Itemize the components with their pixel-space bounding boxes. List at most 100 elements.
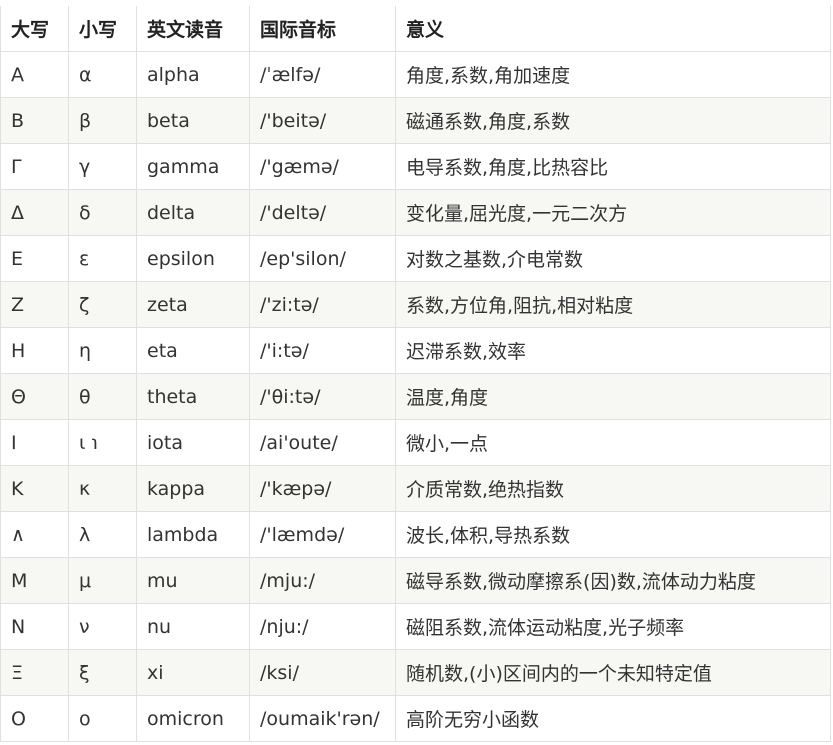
table-row: Ξξ xi/ksi/随机数,(小)区间内的一个未知特定值 (0, 649, 831, 696)
cell-ipa: /ai'oute/ (249, 419, 396, 466)
cell-uppercase: Ν (0, 603, 69, 650)
cell-uppercase: Α (0, 51, 69, 98)
cell-lowercase: θ (68, 373, 137, 420)
cell-lowercase: α (68, 51, 137, 98)
cell-lowercase: β (68, 97, 137, 144)
cell-ipa: /ˈælfə/ (249, 51, 396, 98)
table-row: Ηη eta/'i:tə/迟滞系数,效率 (0, 327, 831, 374)
cell-meaning: 温度,角度 (395, 373, 831, 420)
table-row: Γγ gamma/'gæmə/电导系数,角度,比热容比 (0, 143, 831, 190)
cell-english-pronunciation: zeta (136, 281, 250, 328)
cell-meaning: 微小,一点 (395, 419, 831, 466)
table-body: Αα alpha/ˈælfə/角度,系数,角加速度 Ββ beta/'beitə/磁通… (0, 51, 831, 742)
cell-meaning: 磁通系数,角度,系数 (395, 97, 831, 144)
cell-uppercase: Γ (0, 143, 69, 190)
greek-alphabet-table-container: 大写 小写 英文读音 国际音标 意义 Αα alpha/ˈælfə/角度,系数,角… (0, 6, 833, 745)
header-lowercase: 小写 (68, 6, 137, 52)
cell-english-pronunciation: omicron (136, 695, 250, 742)
table-row: Μμ mu/mju:/磁导系数,微动摩擦系(因)数,流体动力粘度 (0, 557, 831, 604)
table-row: Κκ kappa/'kæpə/介质常数,绝热指数 (0, 465, 831, 512)
table-row: Οο omicron/oumaik'rən/高阶无穷小函数 (0, 695, 831, 742)
cell-ipa: /oumaik'rən/ (249, 695, 396, 742)
header-meaning: 意义 (395, 6, 831, 52)
cell-ipa: /'θi:tə/ (249, 373, 396, 420)
cell-uppercase: ∧ (0, 511, 69, 558)
header-uppercase: 大写 (0, 6, 69, 52)
cell-lowercase: ξ (68, 649, 137, 696)
cell-english-pronunciation: delta (136, 189, 250, 236)
cell-uppercase: Μ (0, 557, 69, 604)
cell-english-pronunciation: nu (136, 603, 250, 650)
table-row: ∧ λ lambda/'læmdə/波长,体积,导热系数 (0, 511, 831, 558)
cell-lowercase: ζ (68, 281, 137, 328)
cell-english-pronunciation: lambda (136, 511, 250, 558)
cell-uppercase: Ξ (0, 649, 69, 696)
cell-meaning: 磁导系数,微动摩擦系(因)数,流体动力粘度 (395, 557, 831, 604)
cell-ipa: /ksi/ (249, 649, 396, 696)
cell-uppercase: Β (0, 97, 69, 144)
cell-uppercase: Ο (0, 695, 69, 742)
table-row: Ββ beta/'beitə/磁通系数,角度,系数 (0, 97, 831, 144)
cell-lowercase: η (68, 327, 137, 374)
cell-meaning: 波长,体积,导热系数 (395, 511, 831, 558)
cell-english-pronunciation: beta (136, 97, 250, 144)
cell-meaning: 变化量,屈光度,一元二次方 (395, 189, 831, 236)
cell-ipa: /'deltə/ (249, 189, 396, 236)
cell-lowercase: δ (68, 189, 137, 236)
cell-english-pronunciation: mu (136, 557, 250, 604)
cell-lowercase: κ (68, 465, 137, 512)
table-row: Δδ delta/'deltə/变化量,屈光度,一元二次方 (0, 189, 831, 236)
cell-meaning: 角度,系数,角加速度 (395, 51, 831, 98)
cell-meaning: 随机数,(小)区间内的一个未知特定值 (395, 649, 831, 696)
cell-ipa: /'kæpə/ (249, 465, 396, 512)
cell-lowercase: ε (68, 235, 137, 282)
cell-english-pronunciation: alpha (136, 51, 250, 98)
header-english-pronunciation: 英文读音 (136, 6, 250, 52)
cell-meaning: 电导系数,角度,比热容比 (395, 143, 831, 190)
table-header: 大写 小写 英文读音 国际音标 意义 (0, 6, 831, 52)
table-row: Αα alpha/ˈælfə/角度,系数,角加速度 (0, 51, 831, 98)
cell-english-pronunciation: epsilon (136, 235, 250, 282)
cell-meaning: 高阶无穷小函数 (395, 695, 831, 742)
cell-lowercase: γ (68, 143, 137, 190)
header-ipa: 国际音标 (249, 6, 396, 52)
cell-english-pronunciation: gamma (136, 143, 250, 190)
cell-uppercase: Κ (0, 465, 69, 512)
cell-lowercase: ο (68, 695, 137, 742)
cell-lowercase: λ (68, 511, 137, 558)
header-row: 大写 小写 英文读音 国际音标 意义 (0, 6, 831, 52)
cell-uppercase: Ε (0, 235, 69, 282)
table-row: Νν nu/nju:/磁阻系数,流体运动粘度,光子频率 (0, 603, 831, 650)
cell-ipa: /mju:/ (249, 557, 396, 604)
cell-uppercase: Η (0, 327, 69, 374)
cell-meaning: 介质常数,绝热指数 (395, 465, 831, 512)
cell-ipa: /'i:tə/ (249, 327, 396, 374)
table-row: Εε epsilon/ep'silon/对数之基数,介电常数 (0, 235, 831, 282)
cell-english-pronunciation: iota (136, 419, 250, 466)
table-row: Ιι ℩ iota/ai'oute/微小,一点 (0, 419, 831, 466)
cell-uppercase: Ζ (0, 281, 69, 328)
cell-meaning: 迟滞系数,效率 (395, 327, 831, 374)
cell-ipa: /ep'silon/ (249, 235, 396, 282)
cell-lowercase: μ (68, 557, 137, 604)
cell-lowercase: ι ℩ (68, 419, 137, 466)
cell-meaning: 对数之基数,介电常数 (395, 235, 831, 282)
cell-ipa: /'gæmə/ (249, 143, 396, 190)
table-row: Θθ theta/'θi:tə/温度,角度 (0, 373, 831, 420)
cell-uppercase: Θ (0, 373, 69, 420)
cell-english-pronunciation: eta (136, 327, 250, 374)
cell-lowercase: ν (68, 603, 137, 650)
cell-ipa: /'læmdə/ (249, 511, 396, 558)
table-row: Ζζ zeta/'zi:tə/系数,方位角,阻抗,相对粘度 (0, 281, 831, 328)
cell-meaning: 磁阻系数,流体运动粘度,光子频率 (395, 603, 831, 650)
cell-ipa: /'beitə/ (249, 97, 396, 144)
cell-english-pronunciation: xi (136, 649, 250, 696)
cell-uppercase: Ι (0, 419, 69, 466)
cell-english-pronunciation: theta (136, 373, 250, 420)
cell-uppercase: Δ (0, 189, 69, 236)
cell-meaning: 系数,方位角,阻抗,相对粘度 (395, 281, 831, 328)
greek-alphabet-table: 大写 小写 英文读音 国际音标 意义 Αα alpha/ˈælfə/角度,系数,角… (0, 6, 831, 742)
cell-ipa: /'zi:tə/ (249, 281, 396, 328)
cell-english-pronunciation: kappa (136, 465, 250, 512)
cell-ipa: /nju:/ (249, 603, 396, 650)
